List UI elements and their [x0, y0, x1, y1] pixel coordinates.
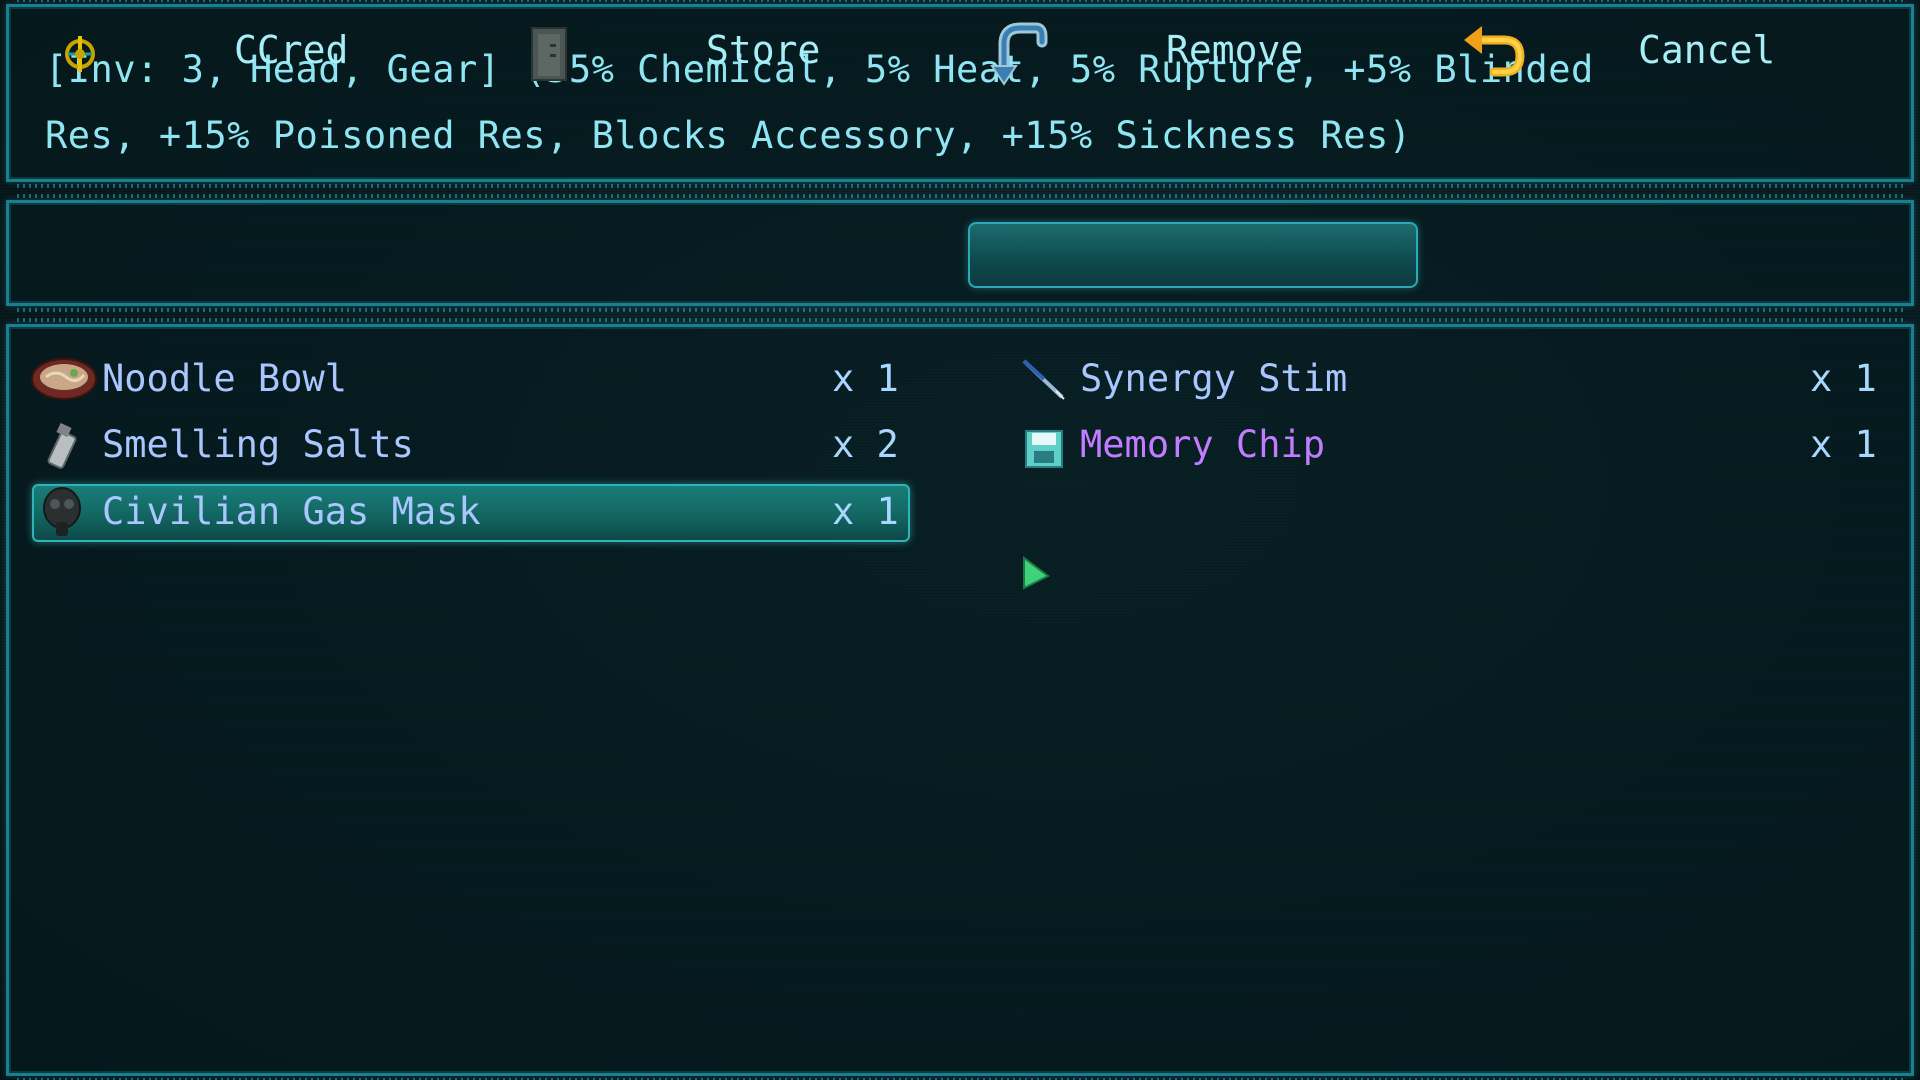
- inventory-item-noodle-bowl[interactable]: Noodle Bowl x 1: [30, 351, 910, 407]
- item-quantity: x 1: [832, 490, 899, 533]
- inventory-item-memory-chip[interactable]: Memory Chip x 1: [1020, 417, 1880, 473]
- stim-syringe-icon: [1020, 357, 1066, 405]
- ccred-button[interactable]: CCred: [56, 18, 416, 86]
- item-quantity: x 1: [832, 357, 899, 400]
- mouse-cursor-icon: [1022, 556, 1052, 592]
- inventory-item-synergy-stim[interactable]: Synergy Stim x 1: [1020, 351, 1880, 407]
- remove-label: Remove: [1166, 28, 1304, 72]
- item-description-line-2: Res, +15% Poisoned Res, Blocks Accessory…: [45, 114, 1412, 157]
- item-name: Memory Chip: [1080, 423, 1326, 466]
- gas-mask-icon: [40, 486, 84, 544]
- remove-arrow-icon: [986, 20, 1050, 92]
- remove-button[interactable]: Remove: [986, 18, 1416, 86]
- noodle-bowl-icon: [30, 355, 100, 409]
- smelling-salts-icon: [44, 422, 84, 475]
- item-name: Noodle Bowl: [102, 357, 348, 400]
- inventory-item-civilian-gas-mask[interactable]: Civilian Gas Mask x 1: [30, 484, 910, 540]
- ccred-coin-icon: [60, 32, 100, 78]
- cancel-label: Cancel: [1638, 28, 1776, 72]
- item-quantity: x 2: [832, 423, 899, 466]
- store-button[interactable]: Store: [526, 18, 826, 86]
- inventory-item-smelling-salts[interactable]: Smelling Salts x 2: [30, 417, 910, 473]
- item-quantity: x 1: [1810, 357, 1877, 400]
- memory-chip-icon: [1024, 429, 1064, 473]
- store-label: Store: [706, 28, 821, 72]
- item-quantity: x 1: [1810, 423, 1877, 466]
- undo-arrow-icon: [1460, 22, 1528, 88]
- remove-highlight: [968, 222, 1418, 288]
- cancel-button[interactable]: Cancel: [1460, 18, 1880, 86]
- locker-icon: [530, 26, 568, 86]
- ccred-label: CCred: [234, 28, 349, 72]
- item-name: Smelling Salts: [102, 423, 414, 466]
- item-name: Civilian Gas Mask: [102, 490, 481, 533]
- item-name: Synergy Stim: [1080, 357, 1348, 400]
- action-bar: [6, 194, 1914, 312]
